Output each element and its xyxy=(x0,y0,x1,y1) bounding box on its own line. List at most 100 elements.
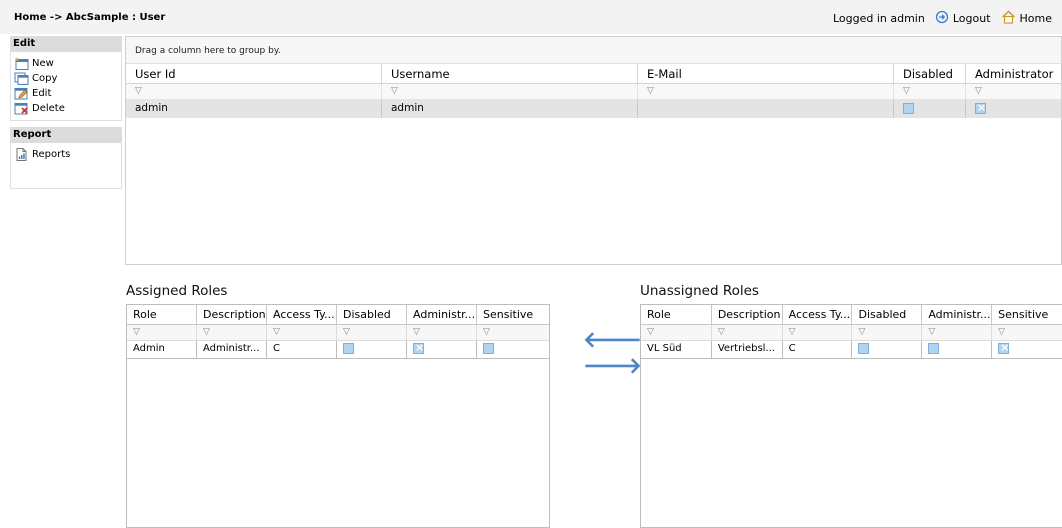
table-row[interactable]: admin admin xyxy=(126,100,1061,118)
cell-sensitive xyxy=(992,341,1062,359)
sidebar-item-delete[interactable]: Delete xyxy=(14,101,121,116)
column-header-description[interactable]: Description xyxy=(711,305,783,325)
cell-administrator xyxy=(407,341,477,359)
sensitive-checkbox[interactable] xyxy=(998,341,1009,354)
column-header-administrator[interactable]: Administr... xyxy=(407,305,477,325)
administrator-checkbox[interactable] xyxy=(413,341,424,354)
filter-icon[interactable]: ▽ xyxy=(647,327,654,337)
disabled-checkbox[interactable] xyxy=(858,343,870,354)
column-header-email[interactable]: E-Mail xyxy=(638,64,894,84)
sidebar-item-reports[interactable]: Reports xyxy=(14,147,121,162)
copy-icon xyxy=(14,72,30,85)
sidebar-item-edit[interactable]: Edit xyxy=(14,86,121,101)
filter-cell[interactable]: ▽ xyxy=(337,325,407,341)
unassigned-roles-header: Role Description Access Ty... Disabled A… xyxy=(641,305,1062,325)
logged-in-label: Logged in admin xyxy=(832,12,925,25)
filter-cell[interactable]: ▽ xyxy=(711,325,783,341)
table-row[interactable]: Admin Administr... C xyxy=(127,341,549,359)
sidebar: Edit New Copy Edit Delete Report Reports xyxy=(10,36,122,189)
filter-icon[interactable]: ▽ xyxy=(273,327,280,337)
sidebar-item-copy[interactable]: Copy xyxy=(14,71,121,86)
filter-icon[interactable]: ▽ xyxy=(975,86,982,96)
filter-cell[interactable]: ▽ xyxy=(126,84,382,100)
filter-icon[interactable]: ▽ xyxy=(391,86,398,96)
sidebar-item-label: Copy xyxy=(32,73,58,84)
disabled-checkbox[interactable] xyxy=(903,102,914,114)
assigned-roles-grid: Role Description Access Ty... Disabled A… xyxy=(126,304,550,528)
unassigned-roles-grid: Role Description Access Ty... Disabled A… xyxy=(640,304,1062,528)
filter-icon[interactable]: ▽ xyxy=(135,86,142,96)
column-header-sensitive[interactable]: Sensitive xyxy=(992,305,1062,325)
disabled-checkbox[interactable] xyxy=(343,343,354,354)
cell-administrator xyxy=(966,100,1061,118)
group-by-bar[interactable]: Drag a column here to group by. xyxy=(126,37,1061,64)
logout-label: Logout xyxy=(952,12,991,25)
filter-cell[interactable]: ▽ xyxy=(922,325,993,341)
filter-cell[interactable]: ▽ xyxy=(641,325,712,341)
cell-user-id: admin xyxy=(126,100,382,118)
sidebar-edit-group: New Copy Edit Delete xyxy=(10,52,122,121)
column-header-role[interactable]: Role xyxy=(127,305,197,325)
filter-cell[interactable]: ▽ xyxy=(852,325,923,341)
assigned-roles-header: Role Description Access Ty... Disabled A… xyxy=(127,305,549,325)
administrator-checkbox[interactable] xyxy=(975,101,986,114)
cell-access-type: C xyxy=(782,341,853,359)
filter-cell[interactable]: ▽ xyxy=(638,84,894,100)
filter-icon[interactable]: ▽ xyxy=(789,327,796,337)
cell-description: Vertriebsl... xyxy=(711,341,783,359)
filter-cell[interactable]: ▽ xyxy=(992,325,1062,341)
filter-cell[interactable]: ▽ xyxy=(407,325,477,341)
column-header-access-type[interactable]: Access Ty... xyxy=(267,305,337,325)
reports-icon xyxy=(14,148,30,161)
filter-cell[interactable]: ▽ xyxy=(966,84,1061,100)
unassign-role-arrow-icon[interactable]: 🡒 xyxy=(583,356,642,378)
filter-icon[interactable]: ▽ xyxy=(483,327,490,337)
column-header-sensitive[interactable]: Sensitive xyxy=(477,305,549,325)
sidebar-item-new[interactable]: New xyxy=(14,56,121,71)
assigned-roles-title: Assigned Roles xyxy=(126,283,228,299)
column-header-disabled[interactable]: Disabled xyxy=(894,64,966,84)
logout-link[interactable]: Logout xyxy=(935,10,991,27)
logout-icon xyxy=(935,10,949,27)
filter-cell[interactable]: ▽ xyxy=(267,325,337,341)
filter-cell[interactable]: ▽ xyxy=(197,325,267,341)
filter-icon[interactable]: ▽ xyxy=(647,86,654,96)
assign-role-arrow-icon[interactable]: 🡐 xyxy=(583,330,642,352)
column-header-administrator[interactable]: Administrator xyxy=(966,64,1061,84)
filter-icon[interactable]: ▽ xyxy=(718,327,725,337)
filter-cell[interactable]: ▽ xyxy=(477,325,549,341)
sidebar-report-group: Reports xyxy=(10,143,122,189)
column-header-user-id[interactable]: User Id xyxy=(126,64,382,84)
filter-icon[interactable]: ▽ xyxy=(928,327,935,337)
cell-administrator xyxy=(922,341,993,359)
filter-cell[interactable]: ▽ xyxy=(782,325,853,341)
administrator-checkbox[interactable] xyxy=(928,343,940,354)
column-header-description[interactable]: Description xyxy=(197,305,267,325)
home-link[interactable]: Home xyxy=(1001,10,1052,27)
cell-email xyxy=(638,100,894,118)
filter-cell[interactable]: ▽ xyxy=(894,84,966,100)
filter-icon[interactable]: ▽ xyxy=(413,327,420,337)
sidebar-item-label: New xyxy=(32,58,54,69)
cell-access-type: C xyxy=(267,341,337,359)
filter-icon[interactable]: ▽ xyxy=(858,327,865,337)
column-header-disabled[interactable]: Disabled xyxy=(337,305,407,325)
filter-icon[interactable]: ▽ xyxy=(998,327,1005,337)
filter-icon[interactable]: ▽ xyxy=(343,327,350,337)
filter-icon[interactable]: ▽ xyxy=(203,327,210,337)
column-header-administrator[interactable]: Administr... xyxy=(922,305,993,325)
column-header-username[interactable]: Username xyxy=(382,64,638,84)
sensitive-checkbox[interactable] xyxy=(483,343,494,354)
sidebar-item-label: Reports xyxy=(32,149,71,160)
column-header-role[interactable]: Role xyxy=(641,305,712,325)
assigned-roles-filter-row: ▽ ▽ ▽ ▽ ▽ ▽ xyxy=(127,325,549,341)
users-grid-header: User Id Username E-Mail Disabled Adminis… xyxy=(126,64,1061,84)
filter-cell[interactable]: ▽ xyxy=(382,84,638,100)
breadcrumb: Home -> AbcSample : User xyxy=(14,12,166,23)
column-header-disabled[interactable]: Disabled xyxy=(852,305,923,325)
table-row[interactable]: VL Süd Vertriebsl... C xyxy=(641,341,1062,359)
filter-cell[interactable]: ▽ xyxy=(127,325,197,341)
filter-icon[interactable]: ▽ xyxy=(133,327,140,337)
column-header-access-type[interactable]: Access Ty... xyxy=(782,305,853,325)
filter-icon[interactable]: ▽ xyxy=(903,86,910,96)
